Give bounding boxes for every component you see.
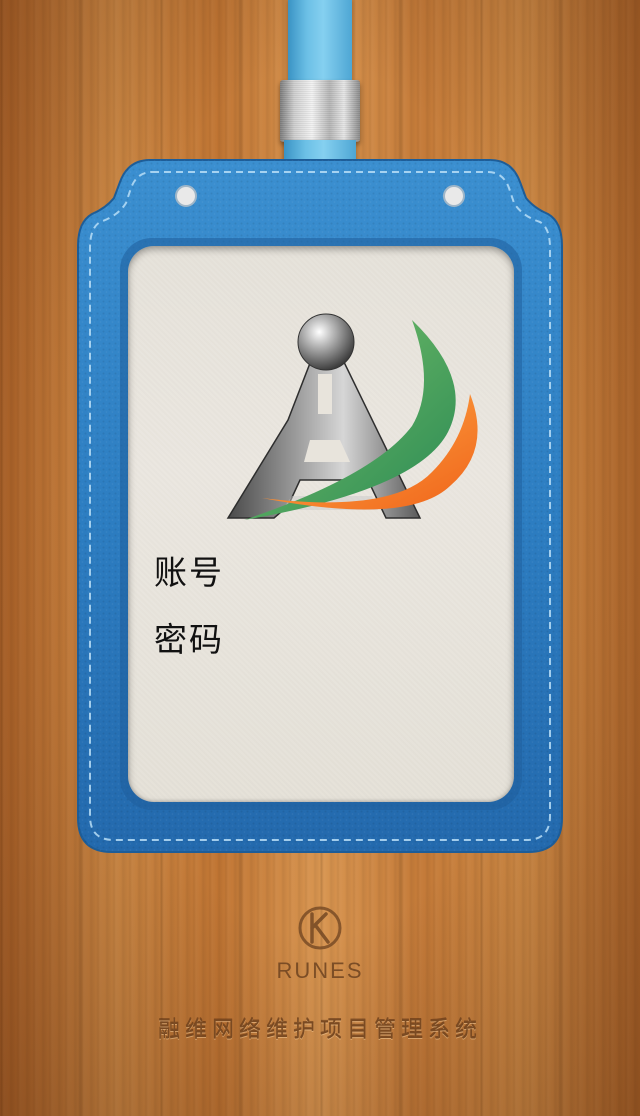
- account-input[interactable]: [236, 544, 480, 590]
- system-title: 融维网络维护项目管理系统: [157, 1018, 482, 1043]
- runes-wordmark: RUNES: [276, 958, 363, 983]
- account-label: 账号: [154, 553, 224, 592]
- runes-logo-icon: RUNES: [276, 906, 363, 983]
- password-label: 密码: [154, 620, 224, 659]
- badge-hole-right: [443, 185, 465, 207]
- tower-a-logo-icon: [226, 313, 478, 520]
- password-input[interactable]: [236, 611, 480, 657]
- badge-hole-left: [175, 185, 197, 207]
